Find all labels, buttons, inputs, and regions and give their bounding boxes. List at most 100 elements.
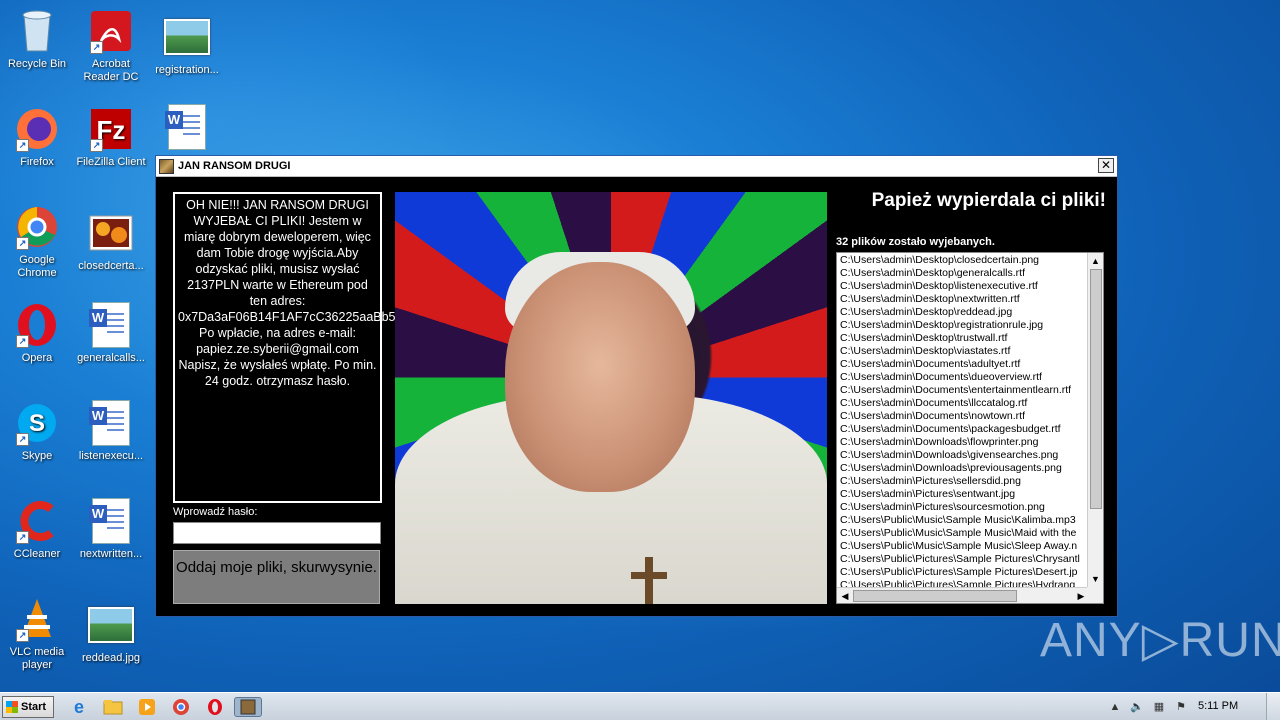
file-list-item[interactable]: C:\Users\admin\Desktop\closedcertain.png: [840, 254, 1088, 267]
opera-icon: ↗: [14, 302, 60, 348]
desktop-icon-acrobat[interactable]: ↗ Acrobat Reader DC: [74, 8, 148, 84]
desktop-icon-label: CCleaner: [13, 548, 61, 560]
volume-icon[interactable]: 🔈: [1130, 700, 1144, 714]
file-list-item[interactable]: C:\Users\admin\Downloads\givensearches.p…: [840, 449, 1088, 462]
desktop-icon-chrome[interactable]: ↗ Google Chrome: [0, 204, 74, 280]
desktop-icon-recycle-bin[interactable]: Recycle Bin: [0, 8, 74, 71]
file-list-item[interactable]: C:\Users\admin\Desktop\registrationrule.…: [840, 319, 1088, 332]
password-input[interactable]: [173, 522, 381, 544]
scroll-corner: [1087, 587, 1103, 603]
taskbar-clock[interactable]: 5:11 PM: [1198, 700, 1238, 712]
desktop-icon-label: closedcerta...: [78, 260, 144, 272]
window-titlebar[interactable]: JAN RANSOM DRUGI ✕: [156, 156, 1117, 177]
desktop-icon-word-doc[interactable]: W: [150, 104, 224, 154]
desktop-icon-label: Google Chrome: [17, 254, 57, 279]
desktop-icon-reddead[interactable]: reddead.jpg: [74, 602, 148, 665]
file-list-item[interactable]: C:\Users\Public\Pictures\Sample Pictures…: [840, 566, 1088, 579]
desktop-icon-closedcertain[interactable]: closedcerta...: [74, 210, 148, 273]
file-list-item[interactable]: C:\Users\admin\Documents\llccatalog.rtf: [840, 397, 1088, 410]
svg-text:e: e: [74, 697, 84, 717]
shortcut-arrow-icon: ↗: [16, 335, 29, 348]
file-list-item[interactable]: C:\Users\admin\Desktop\listenexecutive.r…: [840, 280, 1088, 293]
file-list-item[interactable]: C:\Users\admin\Documents\packagesbudget.…: [840, 423, 1088, 436]
file-list-item[interactable]: C:\Users\admin\Desktop\generalcalls.rtf: [840, 267, 1088, 280]
desktop-icon-label: Acrobat Reader DC: [83, 58, 139, 83]
desktop-icon-label: VLC media player: [9, 646, 65, 671]
taskbar-media-player-icon[interactable]: [136, 697, 158, 717]
file-list-item[interactable]: C:\Users\admin\Desktop\reddead.jpg: [840, 306, 1088, 319]
word-document-icon: W: [88, 400, 134, 446]
desktop-icon-firefox[interactable]: ↗ Firefox: [0, 106, 74, 169]
password-label: Wprowadź hasło:: [173, 506, 258, 518]
file-list-item[interactable]: C:\Users\admin\Downloads\flowprinter.png: [840, 436, 1088, 449]
shortcut-arrow-icon: ↗: [16, 433, 29, 446]
horizontal-scrollbar[interactable]: ◀ ▶: [837, 587, 1089, 603]
desktop-icon-label: FileZilla Client: [76, 156, 146, 168]
taskbar-ie-icon[interactable]: e: [68, 697, 90, 717]
vertical-scrollbar[interactable]: ▲ ▼: [1087, 253, 1103, 587]
tray-expand-icon[interactable]: ▲: [1108, 700, 1122, 714]
desktop-icon-label: registration...: [155, 64, 219, 76]
close-icon[interactable]: ✕: [1098, 158, 1114, 173]
file-list-item[interactable]: C:\Users\admin\Pictures\sentwant.jpg: [840, 488, 1088, 501]
file-list-item[interactable]: C:\Users\admin\Documents\dueoverview.rtf: [840, 371, 1088, 384]
vlc-cone-icon: ↗: [14, 596, 60, 642]
desktop-icon-registration[interactable]: registration...: [150, 14, 224, 77]
file-list-item[interactable]: C:\Users\admin\Pictures\sellersdid.png: [840, 475, 1088, 488]
file-list-item[interactable]: C:\Users\admin\Desktop\nextwritten.rtf: [840, 293, 1088, 306]
decrypt-button[interactable]: Oddaj moje pliki, skurwysynie.: [173, 550, 380, 604]
file-list-item[interactable]: C:\Users\admin\Documents\adultyet.rtf: [840, 358, 1088, 371]
svg-text:S: S: [29, 410, 45, 437]
shortcut-arrow-icon: ↗: [90, 139, 103, 152]
file-list-item[interactable]: C:\Users\Public\Pictures\Sample Pictures…: [840, 553, 1088, 566]
ransom-message: OH NIE!!! JAN RANSOM DRUGI WYJEBAŁ CI PL…: [173, 192, 479, 503]
action-center-flag-icon[interactable]: ⚑: [1174, 700, 1188, 714]
file-list-item[interactable]: C:\Users\admin\Pictures\sourcesmotion.pn…: [840, 501, 1088, 514]
headline: Papież wypierdala ci pliki!: [871, 190, 1106, 211]
taskbar-explorer-icon[interactable]: [102, 697, 124, 717]
scroll-left-icon[interactable]: ◀: [837, 588, 853, 603]
file-list-item[interactable]: C:\Users\Public\Music\Sample Music\Sleep…: [840, 540, 1088, 553]
word-document-icon: W: [164, 104, 210, 150]
chrome-icon: ↗: [14, 204, 60, 250]
scroll-thumb[interactable]: [1090, 269, 1102, 509]
encrypted-file-list[interactable]: C:\Users\admin\Desktop\closedcertain.png…: [836, 252, 1104, 604]
word-document-icon: W: [88, 302, 134, 348]
word-document-icon: W: [88, 498, 134, 544]
desktop-icon-nextwritten[interactable]: W nextwritten...: [74, 498, 148, 561]
desktop-icon-ccleaner[interactable]: ↗ CCleaner: [0, 498, 74, 561]
file-list-item[interactable]: C:\Users\admin\Documents\nowtown.rtf: [840, 410, 1088, 423]
desktop-icon-vlc[interactable]: ↗ VLC media player: [0, 596, 74, 672]
desktop-icon-listenexecutive[interactable]: W listenexecu...: [74, 400, 148, 463]
scroll-down-icon[interactable]: ▼: [1088, 571, 1103, 587]
taskbar-chrome-icon[interactable]: [170, 697, 192, 717]
file-list-item[interactable]: C:\Users\admin\Downloads\previousagents.…: [840, 462, 1088, 475]
desktop-icon-filezilla[interactable]: Fz ↗ FileZilla Client: [74, 106, 148, 169]
file-list-item[interactable]: C:\Users\Public\Music\Sample Music\Kalim…: [840, 514, 1088, 527]
file-list-item[interactable]: C:\Users\Public\Music\Sample Music\Maid …: [840, 527, 1088, 540]
taskbar-ransom-app[interactable]: [234, 697, 262, 717]
file-list-item[interactable]: C:\Users\admin\Desktop\viastates.rtf: [840, 345, 1088, 358]
desktop-icon-label: Firefox: [20, 156, 54, 168]
file-list-item[interactable]: C:\Users\admin\Documents\entertainmentle…: [840, 384, 1088, 397]
ransom-window[interactable]: JAN RANSOM DRUGI ✕ OH NIE!!! JAN RANSOM …: [155, 155, 1118, 617]
shortcut-arrow-icon: ↗: [16, 531, 29, 544]
desktop-icon-label: generalcalls...: [77, 352, 145, 364]
desktop-icon-generalcalls[interactable]: W generalcalls...: [74, 302, 148, 365]
firefox-icon: ↗: [14, 106, 60, 152]
image-file-icon: [164, 14, 210, 60]
scroll-up-icon[interactable]: ▲: [1088, 253, 1103, 269]
encrypted-count: 32 plików zostało wyjebanych.: [836, 236, 995, 248]
network-icon[interactable]: ▦: [1152, 700, 1166, 714]
shortcut-arrow-icon: ↗: [16, 629, 29, 642]
desktop-icon-opera[interactable]: ↗ Opera: [0, 302, 74, 365]
scroll-thumb-horizontal[interactable]: [853, 590, 1017, 602]
watermark-logo: ANY▷RUN: [1040, 614, 1280, 667]
pope-image: [395, 192, 827, 604]
file-list-item[interactable]: C:\Users\admin\Desktop\trustwall.rtf: [840, 332, 1088, 345]
show-desktop-button[interactable]: [1266, 693, 1280, 720]
desktop-icon-skype[interactable]: S ↗ Skype: [0, 400, 74, 463]
start-button[interactable]: Start: [2, 696, 54, 718]
image-file-icon: [88, 602, 134, 648]
taskbar-opera-icon[interactable]: [204, 697, 226, 717]
